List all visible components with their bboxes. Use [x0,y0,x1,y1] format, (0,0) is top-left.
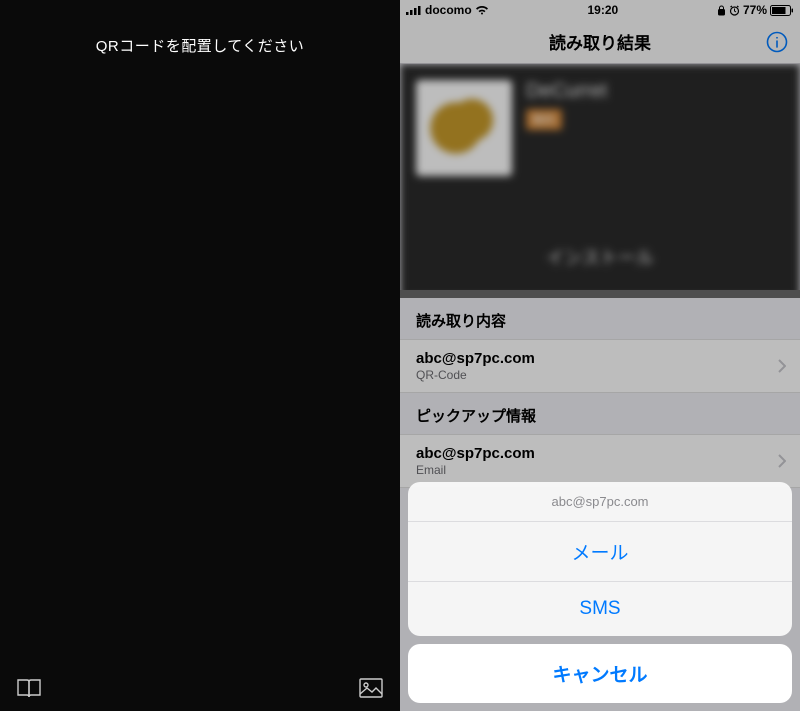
sms-button[interactable]: SMS [408,582,792,636]
pickup-section-header: ピックアップ情報 [400,393,800,434]
chevron-right-icon [778,454,786,468]
ad-banner[interactable]: DeCurret 無料 インストール [400,64,800,298]
info-button[interactable] [766,31,788,53]
wifi-icon [475,5,489,15]
nav-bar: 読み取り結果 [400,20,800,64]
history-icon[interactable] [16,677,42,699]
status-bar: docomo 19:20 77% [400,0,800,20]
action-sheet: abc@sp7pc.com メール SMS キャンセル [408,482,792,703]
lock-icon [717,5,726,16]
app-name: DeCurret [526,80,607,103]
phone-qr-scanner: QRコードを配置してください [0,0,400,711]
cancel-button[interactable]: キャンセル [408,644,792,703]
alarm-icon [729,5,740,16]
battery-percent: 77% [743,3,767,17]
battery-icon [770,5,794,16]
scanner-toolbar [0,665,400,711]
app-icon [416,80,512,176]
phone-scan-result: docomo 19:20 77% 読み取り結果 [400,0,800,711]
signal-icon [406,5,422,15]
price-badge: 無料 [526,109,562,130]
mail-button[interactable]: メール [408,522,792,582]
install-button[interactable]: インストール [546,244,654,270]
chevron-right-icon [778,359,786,373]
clock-label: 19:20 [587,3,618,17]
actionsheet-title: abc@sp7pc.com [408,482,792,522]
pickup-cell[interactable]: abc@sp7pc.com Email [400,434,800,488]
carrier-label: docomo [425,3,472,17]
gallery-icon[interactable] [358,677,384,699]
content-type: QR-Code [416,368,784,382]
pickup-value: abc@sp7pc.com [416,445,784,462]
content-section-header: 読み取り内容 [400,298,800,339]
pickup-type: Email [416,463,784,477]
content-value: abc@sp7pc.com [416,350,784,367]
qr-prompt-text: QRコードを配置してください [0,0,400,56]
nav-title: 読み取り結果 [549,29,651,54]
content-cell[interactable]: abc@sp7pc.com QR-Code [400,339,800,393]
